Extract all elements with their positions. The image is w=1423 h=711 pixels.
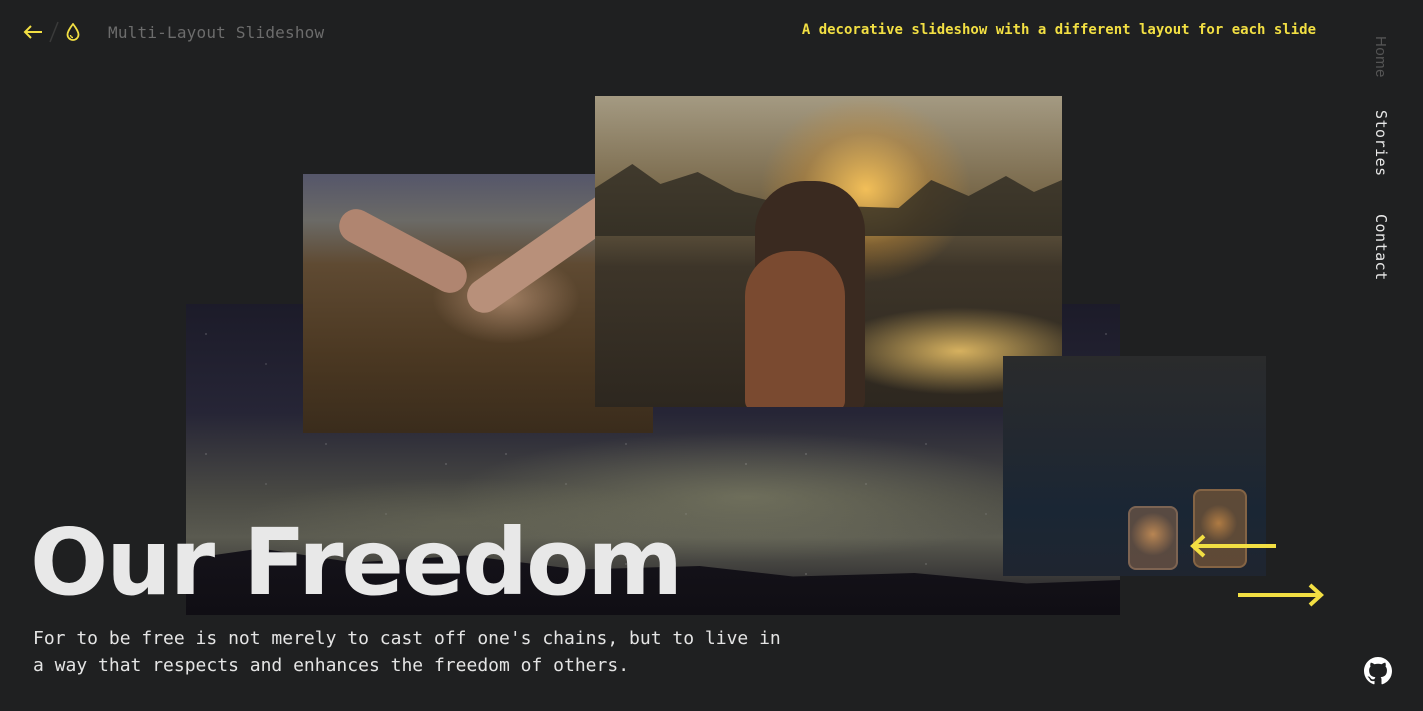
nav-contact[interactable]: Contact (1372, 214, 1390, 281)
next-arrow-icon[interactable] (1236, 580, 1326, 610)
prev-arrow-icon[interactable] (1188, 531, 1278, 561)
divider-slash (49, 21, 59, 43)
top-bar: Multi-Layout Slideshow (22, 18, 324, 46)
slide-title: Our Freedom (30, 509, 683, 616)
figure-shape (745, 251, 845, 407)
slideshow-page: Multi-Layout Slideshow A decorative slid… (0, 0, 1423, 711)
back-arrow-icon[interactable] (22, 21, 44, 43)
github-icon[interactable] (1364, 657, 1392, 685)
app-title: Multi-Layout Slideshow (108, 22, 325, 42)
couple-sunset-photo (595, 96, 1062, 407)
arm-shape (333, 203, 473, 299)
slide-quote: For to be free is not merely to cast off… (33, 628, 781, 676)
nav-stories[interactable]: Stories (1372, 110, 1390, 177)
jar-shape (1128, 506, 1178, 570)
drop-icon[interactable] (64, 21, 82, 43)
nav-home[interactable]: Home (1372, 36, 1389, 78)
tagline: A decorative slideshow with a different … (801, 22, 1316, 38)
